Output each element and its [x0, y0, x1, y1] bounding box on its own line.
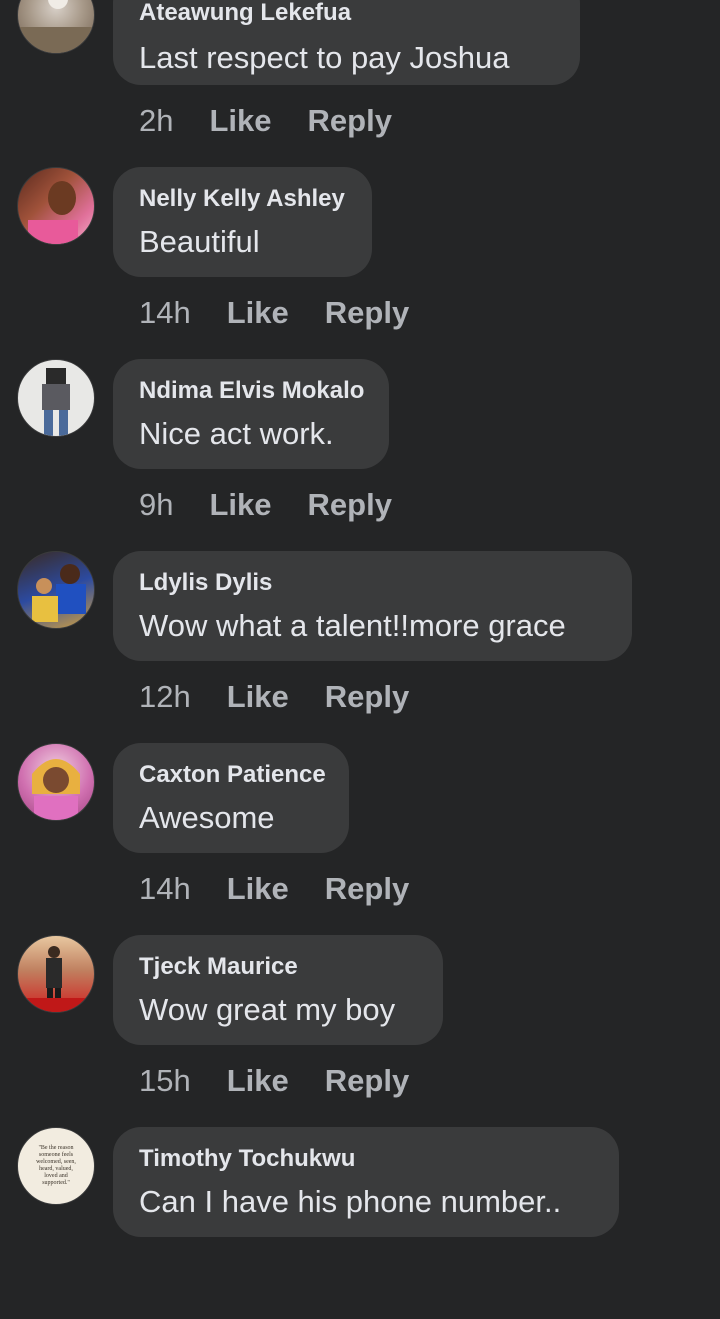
like-button[interactable]: Like — [227, 295, 289, 330]
avatar-image — [28, 181, 78, 244]
avatar-quote-text: "Be the reason someone feels welcomed, s… — [36, 1145, 76, 1186]
comment-author[interactable]: Tjeck Maurice — [139, 955, 417, 979]
comment-author[interactable]: Caxton Patience — [139, 763, 326, 787]
comment-actions: 2h Like Reply — [139, 104, 392, 138]
reply-button[interactable]: Reply — [325, 295, 409, 330]
reply-button[interactable]: Reply — [325, 679, 409, 714]
comment-author[interactable]: Ndima Elvis Mokalo — [139, 379, 364, 403]
comment-bubble[interactable]: Ateawung Lekefua Last respect to pay Jos… — [113, 0, 580, 85]
avatar-image — [42, 368, 70, 436]
comment-actions: 14h Like Reply — [139, 872, 409, 906]
avatar-image — [32, 759, 80, 820]
comment-actions: 14h Like Reply — [139, 296, 409, 330]
comment-bubble[interactable]: Caxton Patience Awesome — [113, 743, 349, 853]
comment-text: Wow great my boy — [139, 992, 396, 1027]
comment-item: Tjeck Maurice Wow great my boy 15h Like Re… — [0, 935, 720, 1127]
comment-actions: 12h Like Reply — [139, 680, 409, 714]
comment-time[interactable]: 12h — [139, 679, 191, 714]
comment-bubble[interactable]: Ldylis Dylis Wow what a talent!!more gra… — [113, 551, 632, 661]
comment-actions: 15h Like Reply — [139, 1064, 409, 1098]
comment-author[interactable]: Timothy Tochukwu — [139, 1147, 593, 1171]
comment-item: Caxton Patience Awesome 14h Like Reply — [0, 743, 720, 935]
comment-item: Ldylis Dylis Wow what a talent!!more gra… — [0, 551, 720, 743]
avatar-image — [18, 0, 94, 53]
comment-time[interactable]: 14h — [139, 295, 191, 330]
comment-text: Nice act work. — [139, 416, 334, 451]
comment-text: Wow what a talent!!more grace — [139, 608, 566, 643]
comment-text: Last respect to pay Joshua — [139, 40, 510, 75]
reply-button[interactable]: Reply — [325, 1063, 409, 1098]
avatar[interactable] — [17, 935, 95, 1013]
comment-item: Ateawung Lekefua Last respect to pay Jos… — [0, 0, 720, 192]
avatar[interactable] — [17, 359, 95, 437]
comment-time[interactable]: 15h — [139, 1063, 191, 1098]
comment-text: Beautiful — [139, 224, 260, 259]
avatar[interactable] — [17, 743, 95, 821]
avatar[interactable]: "Be the reason someone feels welcomed, s… — [17, 1127, 95, 1205]
comment-actions: 9h Like Reply — [139, 488, 392, 522]
comment-text: Awesome — [139, 800, 275, 835]
comment-text: Can I have his phone number.. — [139, 1184, 562, 1219]
avatar[interactable] — [17, 0, 95, 54]
comment-bubble[interactable]: Nelly Kelly Ashley Beautiful — [113, 167, 372, 277]
comment-time[interactable]: 2h — [139, 103, 173, 138]
avatar-image — [18, 946, 94, 1012]
comment-author[interactable]: Ateawung Lekefua — [139, 1, 554, 25]
comment-author[interactable]: Ldylis Dylis — [139, 571, 606, 595]
comment-bubble[interactable]: Ndima Elvis Mokalo Nice act work. — [113, 359, 389, 469]
comment-item: "Be the reason someone feels welcomed, s… — [0, 1127, 720, 1319]
like-button[interactable]: Like — [209, 487, 271, 522]
reply-button[interactable]: Reply — [308, 487, 392, 522]
like-button[interactable]: Like — [209, 103, 271, 138]
like-button[interactable]: Like — [227, 679, 289, 714]
comment-item: Ndima Elvis Mokalo Nice act work. 9h Like… — [0, 359, 720, 551]
like-button[interactable]: Like — [227, 871, 289, 906]
comment-time[interactable]: 14h — [139, 871, 191, 906]
avatar-image — [32, 564, 86, 622]
reply-button[interactable]: Reply — [325, 871, 409, 906]
comment-bubble[interactable]: Timothy Tochukwu Can I have his phone nu… — [113, 1127, 619, 1237]
like-button[interactable]: Like — [227, 1063, 289, 1098]
reply-button[interactable]: Reply — [308, 103, 392, 138]
comment-item: Nelly Kelly Ashley Beautiful 14h Like Repl… — [0, 167, 720, 359]
comment-bubble[interactable]: Tjeck Maurice Wow great my boy — [113, 935, 443, 1045]
comment-time[interactable]: 9h — [139, 487, 173, 522]
avatar[interactable] — [17, 167, 95, 245]
avatar[interactable] — [17, 551, 95, 629]
comment-author[interactable]: Nelly Kelly Ashley — [139, 187, 346, 211]
